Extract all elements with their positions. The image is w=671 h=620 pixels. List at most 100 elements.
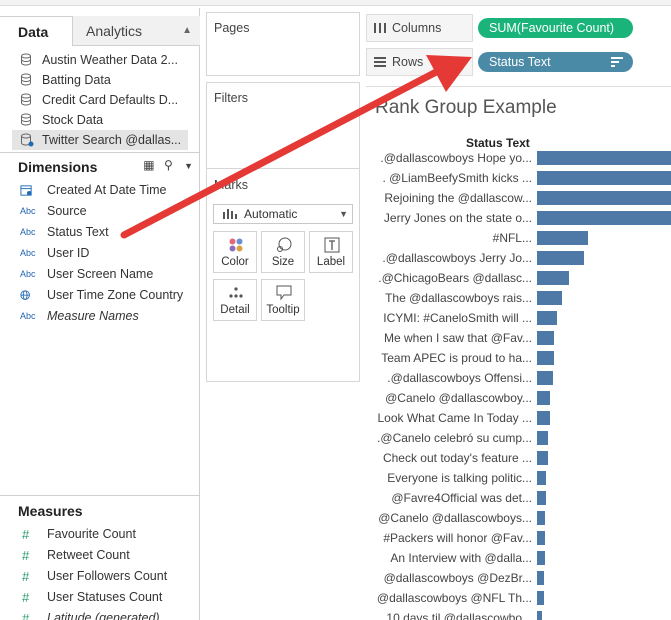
bar-mark[interactable] [537,371,553,385]
bar-mark[interactable] [537,211,671,225]
bar-mark[interactable] [537,451,548,465]
bar-mark[interactable] [537,291,562,305]
row-label[interactable]: .@Canelo celebró su cump... [366,428,532,448]
measure-user-statuses-count[interactable]: # User Statuses Count [0,587,200,608]
tab-data[interactable]: Data [0,16,73,46]
measure-user-followers-count[interactable]: # User Followers Count [0,566,200,587]
field-label: Created At Date Time [47,183,167,197]
bar-mark[interactable] [537,611,542,620]
row-label[interactable]: Check out today's feature ... [366,448,532,468]
bar-mark[interactable] [537,431,548,445]
cards-pane: Pages Filters Marks Automatic ▼ Color Si… [200,8,366,620]
dimension-user-id[interactable]: Abc User ID [0,243,200,264]
columns-icon [374,23,386,33]
measure-retweet-count[interactable]: # Retweet Count [0,545,200,566]
field-label: User Time Zone Country [47,288,184,302]
columns-shelf-label: Columns [366,14,473,42]
row-label[interactable]: @Canelo @dallascowboy... [366,388,532,408]
dimension-status-text[interactable]: Abc Status Text [0,222,200,243]
bar-mark[interactable] [537,491,546,505]
bar-mark[interactable] [537,411,550,425]
bar-mark[interactable] [537,351,554,365]
dimension-source[interactable]: Abc Source [0,201,200,222]
bar-mark[interactable] [537,171,671,185]
row-label[interactable]: #Packers will honor @Fav... [366,528,532,548]
search-icon[interactable]: ⚲ [164,158,173,172]
bar-mark[interactable] [537,311,557,325]
filters-card[interactable]: Filters [206,82,360,170]
columns-pill[interactable]: SUM(Favourite Count) [478,18,633,38]
row-label[interactable]: 10 days til @dallascowbo... [366,608,532,620]
bar-mark[interactable] [537,511,545,525]
bar-mark[interactable] [537,571,544,585]
measure-latitude[interactable]: # Latitude (generated) [0,608,200,620]
row-label[interactable]: @dallascowboys @NFL Th... [366,588,532,608]
bar-mark[interactable] [537,271,569,285]
bar-mark[interactable] [537,591,544,605]
measure-favourite-count[interactable]: # Favourite Count [0,524,200,545]
sort-descending-icon [611,57,623,67]
row-label[interactable]: .@dallascowboys Hope yo... [366,148,532,168]
row-label[interactable]: Me when I saw that @Fav... [366,328,532,348]
bar-mark[interactable] [537,531,545,545]
pages-card[interactable]: Pages [206,12,360,76]
label-label: Label [316,256,346,268]
label-button[interactable]: Label [309,231,353,273]
row-label[interactable]: An Interview with @dalla... [366,548,532,568]
tab-analytics[interactable]: Analytics ▲ [73,16,200,46]
field-label: Status Text [47,225,109,239]
bar-mark[interactable] [537,151,671,165]
tab-analytics-label: Analytics [86,23,143,39]
row-label[interactable]: .@dallascowboys Offensi... [366,368,532,388]
bar-mark[interactable] [537,471,546,485]
color-button[interactable]: Color [213,231,257,273]
mark-type-label: Automatic [244,207,298,221]
mark-type-dropdown[interactable]: Automatic ▼ [213,204,353,224]
view-list-icon[interactable]: ▦ [143,158,154,172]
data-source-item[interactable]: Batting Data [0,70,200,90]
sort-arrows-icon[interactable]: ▲ [182,16,192,46]
hash-icon: # [22,569,30,584]
dimension-measure-names[interactable]: Abc Measure Names [0,306,200,327]
row-label[interactable]: ICYMI: #CaneloSmith will ... [366,308,532,328]
row-label[interactable]: . @LiamBeefySmith kicks ... [366,168,532,188]
view-area: Columns SUM(Favourite Count) Rows Status… [366,8,671,620]
data-source-item[interactable]: Austin Weather Data 2... [0,50,200,70]
data-source-item[interactable]: Credit Card Defaults D... [0,90,200,110]
data-source-label: Austin Weather Data 2... [42,53,178,67]
row-label[interactable]: .@ChicagoBears @dallasc... [366,268,532,288]
data-source-item-active[interactable]: Twitter Search @dallas... [12,130,188,150]
bar-mark[interactable] [537,231,588,245]
row-label[interactable]: Rejoining the @dallascow... [366,188,532,208]
abc-icon: Abc [20,248,36,258]
data-source-item[interactable]: Stock Data [0,110,200,130]
detail-button[interactable]: Detail [213,279,257,321]
hash-icon: # [22,611,30,620]
database-icon [21,93,31,106]
row-label[interactable]: @Canelo @dallascowboys... [366,508,532,528]
row-label[interactable]: @Favre4Official was det... [366,488,532,508]
tooltip-button[interactable]: Tooltip [261,279,305,321]
dimension-user-screen-name[interactable]: Abc User Screen Name [0,264,200,285]
row-label[interactable]: .@dallascowboys Jerry Jo... [366,248,532,268]
row-label[interactable]: #NFL... [366,228,532,248]
row-label[interactable]: The @dallascowboys rais... [366,288,532,308]
rows-pill[interactable]: Status Text [478,52,633,72]
row-label[interactable]: @dallascowboys @DezBr... [366,568,532,588]
bar-mark[interactable] [537,251,584,265]
dimension-user-time-zone-country[interactable]: User Time Zone Country [0,285,200,306]
row-label[interactable]: Everyone is talking politic... [366,468,532,488]
size-icon [277,237,292,252]
chevron-down-icon[interactable]: ▼ [184,161,193,171]
row-label[interactable]: Jerry Jones on the state o... [366,208,532,228]
row-label[interactable]: Team APEC is proud to ha... [366,348,532,368]
bar-chart-icon [223,209,237,219]
field-label: User Screen Name [47,267,154,281]
bar-mark[interactable] [537,191,671,205]
size-button[interactable]: Size [261,231,305,273]
row-label[interactable]: Look What Came In Today ... [366,408,532,428]
bar-mark[interactable] [537,551,545,565]
bar-mark[interactable] [537,391,550,405]
dimension-created-at[interactable]: Created At Date Time [0,180,200,201]
bar-mark[interactable] [537,331,554,345]
